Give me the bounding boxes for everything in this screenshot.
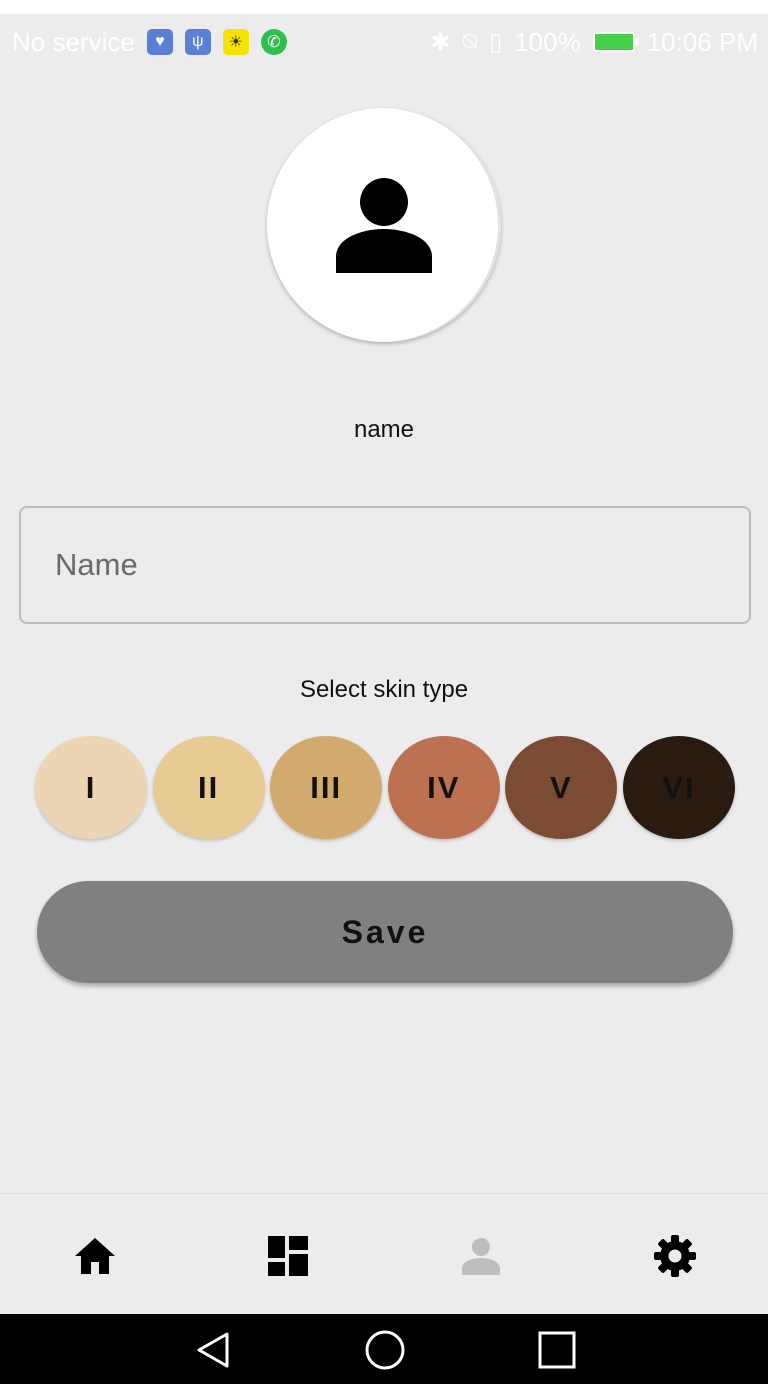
skin-type-2-button[interactable]: II	[152, 736, 265, 839]
skin-type-3-button[interactable]: III	[270, 736, 383, 839]
person-icon	[336, 178, 432, 273]
home-icon	[75, 1238, 115, 1274]
usb-icon: ψ	[184, 29, 211, 55]
skin-type-label: Select skin type	[299, 676, 469, 703]
sun-icon: ☀	[222, 29, 249, 55]
bottom-navigation	[0, 1193, 768, 1315]
avatar-button[interactable]	[267, 108, 501, 342]
status-bar-left: No service ♥ ψ ☀ ✆	[12, 27, 287, 58]
recents-icon[interactable]	[537, 1330, 577, 1370]
battery-icon	[592, 32, 639, 52]
carrier-text: No service	[12, 26, 135, 57]
skin-type-4-button[interactable]: IV	[387, 736, 500, 839]
skin-type-1-button[interactable]: I	[35, 736, 147, 839]
sim-icon: ▯	[488, 28, 503, 56]
bluetooth-icon: ✱	[430, 28, 451, 56]
profile-name-display: name	[353, 416, 415, 443]
status-bar-right: ✱ ⍉ ▯ 100% 10:06 PM	[430, 27, 758, 58]
skin-type-5-button[interactable]: V	[505, 736, 618, 839]
status-bar: No service ♥ ψ ☀ ✆ ✱ ⍉ ▯ 100% 10:06 PM	[0, 14, 768, 70]
skin-type-6-button[interactable]: VI	[622, 736, 735, 839]
nav-settings[interactable]	[651, 1232, 699, 1280]
save-button[interactable]: Save	[37, 881, 733, 983]
nav-home[interactable]	[71, 1232, 119, 1280]
profile-icon	[462, 1238, 500, 1275]
mute-icon: ⍉	[462, 28, 477, 55]
health-icon: ♥	[146, 29, 173, 55]
clock: 10:06 PM	[646, 26, 758, 57]
system-navigation-bar	[0, 1314, 768, 1384]
nav-profile[interactable]	[457, 1232, 505, 1280]
whatsapp-icon: ✆	[260, 29, 287, 55]
skin-type-selector: I II III IV V VI	[35, 736, 735, 839]
nav-dashboard[interactable]	[264, 1232, 312, 1280]
home-circle-icon[interactable]	[364, 1330, 406, 1370]
dashboard-icon	[268, 1236, 308, 1276]
back-icon[interactable]	[193, 1330, 233, 1370]
settings-icon	[654, 1235, 696, 1277]
name-input[interactable]	[19, 506, 751, 624]
status-bar-top-strip	[0, 0, 768, 14]
battery-percent: 100%	[514, 26, 581, 57]
